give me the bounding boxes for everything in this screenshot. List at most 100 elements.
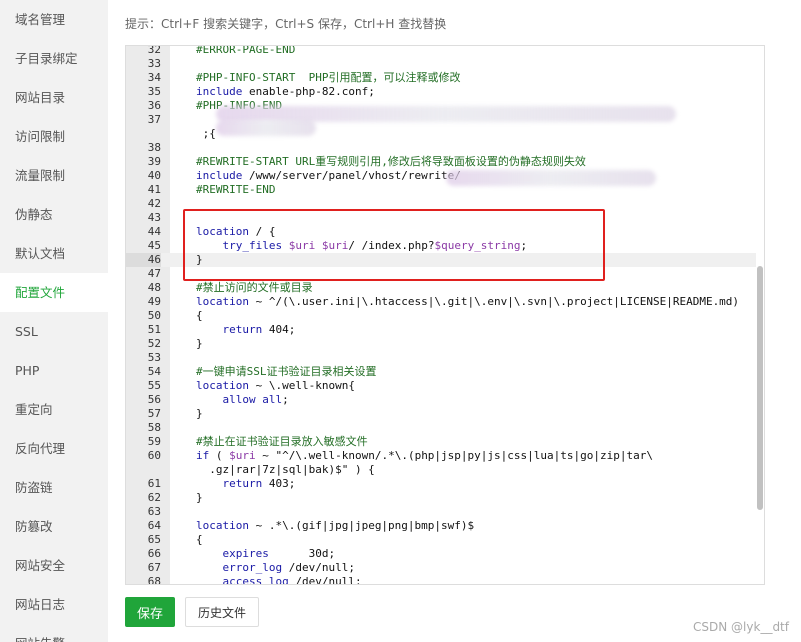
code-line[interactable]: 58 xyxy=(126,421,756,435)
line-number: 38 xyxy=(147,141,161,154)
line-number: 61 xyxy=(147,477,161,490)
sidebar-item[interactable]: 反向代理 xyxy=(0,429,108,468)
sidebar-item[interactable]: 访问限制 xyxy=(0,117,108,156)
sidebar-item[interactable]: 域名管理 xyxy=(0,0,108,39)
config-code-editor[interactable]: 32 #ERROR-PAGE-END 33 34 #PHP-INFO-START PHP… xyxy=(125,45,765,585)
line-number: 52 xyxy=(147,337,161,350)
line-text: #REWRITE-END xyxy=(196,183,276,196)
line-text: allow all; xyxy=(222,393,289,406)
code-line[interactable]: 51 return 404; xyxy=(126,323,756,337)
line-number: 64 xyxy=(147,519,161,532)
sidebar-item[interactable]: 网站日志 xyxy=(0,585,108,624)
code-line[interactable]: 68 access_log /dev/null; xyxy=(126,575,756,584)
code-line[interactable]: 63 xyxy=(126,505,756,519)
code-line[interactable]: 42 xyxy=(126,197,756,211)
code-line[interactable]: 59 #禁止在证书验证目录放入敏感文件 xyxy=(126,435,756,449)
line-number: 39 xyxy=(147,155,161,168)
sidebar-item[interactable]: 网站告警 xyxy=(0,624,108,642)
line-text: include /www/server/panel/vhost/rewrite/ xyxy=(196,169,461,182)
line-number: 41 xyxy=(147,183,161,196)
sidebar-item[interactable]: 默认文档 xyxy=(0,234,108,273)
line-number: 40 xyxy=(147,169,161,182)
code-line[interactable]: 48 #禁止访问的文件或目录 xyxy=(126,281,756,295)
line-text: #ERROR-PAGE-END xyxy=(196,45,296,56)
line-text: ;{ xyxy=(196,127,216,140)
code-line[interactable]: 41 #REWRITE-END xyxy=(126,183,756,197)
history-files-button[interactable]: 历史文件 xyxy=(185,597,259,627)
code-line[interactable]: 45 try_files $uri $uri/ /index.php?$quer… xyxy=(126,239,756,253)
code-line[interactable]: 65 { xyxy=(126,533,756,547)
line-number: 53 xyxy=(147,351,161,364)
line-text: #PHP-INFO-START PHP引用配置，可以注释或修改 xyxy=(196,71,461,84)
code-line[interactable]: 67 error_log /dev/null; xyxy=(126,561,756,575)
sidebar-menu: 域名管理 子目录绑定 网站目录 访问限制 流量限制 伪静态 默认文档 配置文件 SSL PHP 重定… xyxy=(0,0,108,642)
sidebar-item[interactable]: 流量限制 xyxy=(0,156,108,195)
sidebar-item[interactable]: PHP xyxy=(0,351,108,390)
line-number: 48 xyxy=(147,281,161,294)
line-text: } xyxy=(196,491,203,504)
code-line[interactable]: 60 if ( $uri ~ "^/\.well-known/.*\.(php|j… xyxy=(126,449,756,463)
settings-sidebar: 域名管理 子目录绑定 网站目录 访问限制 流量限制 伪静态 默认文档 配置文件 SSL PHP 重定… xyxy=(0,0,108,642)
code-line[interactable]: 44 location / { xyxy=(126,225,756,239)
code-line[interactable]: 32 #ERROR-PAGE-END xyxy=(126,45,756,57)
code-line[interactable]: 47 xyxy=(126,267,756,281)
code-line[interactable]: 56 allow all; xyxy=(126,393,756,407)
line-text: return 404; xyxy=(222,323,296,336)
code-line[interactable]: 50 { xyxy=(126,309,756,323)
line-number: 65 xyxy=(147,533,161,546)
sidebar-item[interactable]: SSL xyxy=(0,312,108,351)
line-number: 34 xyxy=(147,71,161,84)
line-text: include enable-php-82.conf; xyxy=(196,85,375,98)
sidebar-item[interactable]: 防篡改 xyxy=(0,507,108,546)
line-text: #一键申请SSL证书验证目录相关设置 xyxy=(196,365,377,378)
code-line[interactable]: 62} xyxy=(126,491,756,505)
code-line[interactable]: 54 #一键申请SSL证书验证目录相关设置 xyxy=(126,365,756,379)
code-line[interactable]: 61 return 403; xyxy=(126,477,756,491)
line-number: 44 xyxy=(147,225,161,238)
line-number: 33 xyxy=(147,57,161,70)
line-text: #REWRITE-START URL重写规则引用,修改后将导致面板设置的伪静态规… xyxy=(196,155,586,168)
sidebar-item[interactable]: 防盗链 xyxy=(0,468,108,507)
code-line[interactable]: 38 xyxy=(126,141,756,155)
sidebar-item[interactable]: 重定向 xyxy=(0,390,108,429)
save-button[interactable]: 保存 xyxy=(125,597,175,627)
code-line[interactable]: .gz|rar|7z|sql|bak)$" ) { xyxy=(126,463,756,477)
line-text: #禁止在证书验证目录放入敏感文件 xyxy=(196,435,368,448)
sidebar-item[interactable]: 网站安全 xyxy=(0,546,108,585)
line-text: { xyxy=(196,533,203,546)
code-line[interactable]: 40 include /www/server/panel/vhost/rewrit… xyxy=(126,169,756,183)
line-number: 66 xyxy=(147,547,161,560)
code-line[interactable]: 34 #PHP-INFO-START PHP引用配置，可以注释或修改 xyxy=(126,71,756,85)
sidebar-item[interactable]: 网站目录 xyxy=(0,78,108,117)
line-text: expires 30d; xyxy=(222,547,336,560)
line-text: } xyxy=(196,337,203,350)
line-text: location ~ ^/(\.user.ini|\.htaccess|\.gi… xyxy=(196,295,740,308)
sidebar-item[interactable]: 伪静态 xyxy=(0,195,108,234)
line-number: 45 xyxy=(147,239,161,252)
code-line[interactable]: 46} xyxy=(126,253,756,267)
line-number: 63 xyxy=(147,505,161,518)
line-number: 43 xyxy=(147,211,161,224)
code-line[interactable]: 52} xyxy=(126,337,756,351)
line-number: 36 xyxy=(147,99,161,112)
line-text: location / { xyxy=(196,225,276,238)
code-line[interactable]: 43 xyxy=(126,211,756,225)
editor-scrollbar-thumb[interactable] xyxy=(757,266,763,510)
line-text: location ~ \.well-known{ xyxy=(196,379,355,392)
line-number: 58 xyxy=(147,421,161,434)
sidebar-item[interactable]: 子目录绑定 xyxy=(0,39,108,78)
code-line[interactable]: 33 xyxy=(126,57,756,71)
code-line[interactable]: 57} xyxy=(126,407,756,421)
code-line[interactable]: 55 location ~ \.well-known{ xyxy=(126,379,756,393)
line-number: 60 xyxy=(147,449,161,462)
code-line[interactable]: 39 #REWRITE-START URL重写规则引用,修改后将导致面板设置的伪静… xyxy=(126,155,756,169)
line-number: 62 xyxy=(147,491,161,504)
code-line[interactable]: 64 location ~ .*\.(gif|jpg|jpeg|png|bmp|s… xyxy=(126,519,756,533)
code-line[interactable]: 49 location ~ ^/(\.user.ini|\.htaccess|\.… xyxy=(126,295,756,309)
editor-scrollbar[interactable] xyxy=(756,46,764,584)
line-number: 67 xyxy=(147,561,161,574)
code-line[interactable]: 66 expires 30d; xyxy=(126,547,756,561)
sidebar-item[interactable]: 配置文件 xyxy=(0,273,108,312)
code-line[interactable]: 53 xyxy=(126,351,756,365)
code-line[interactable]: 35 include enable-php-82.conf; xyxy=(126,85,756,99)
